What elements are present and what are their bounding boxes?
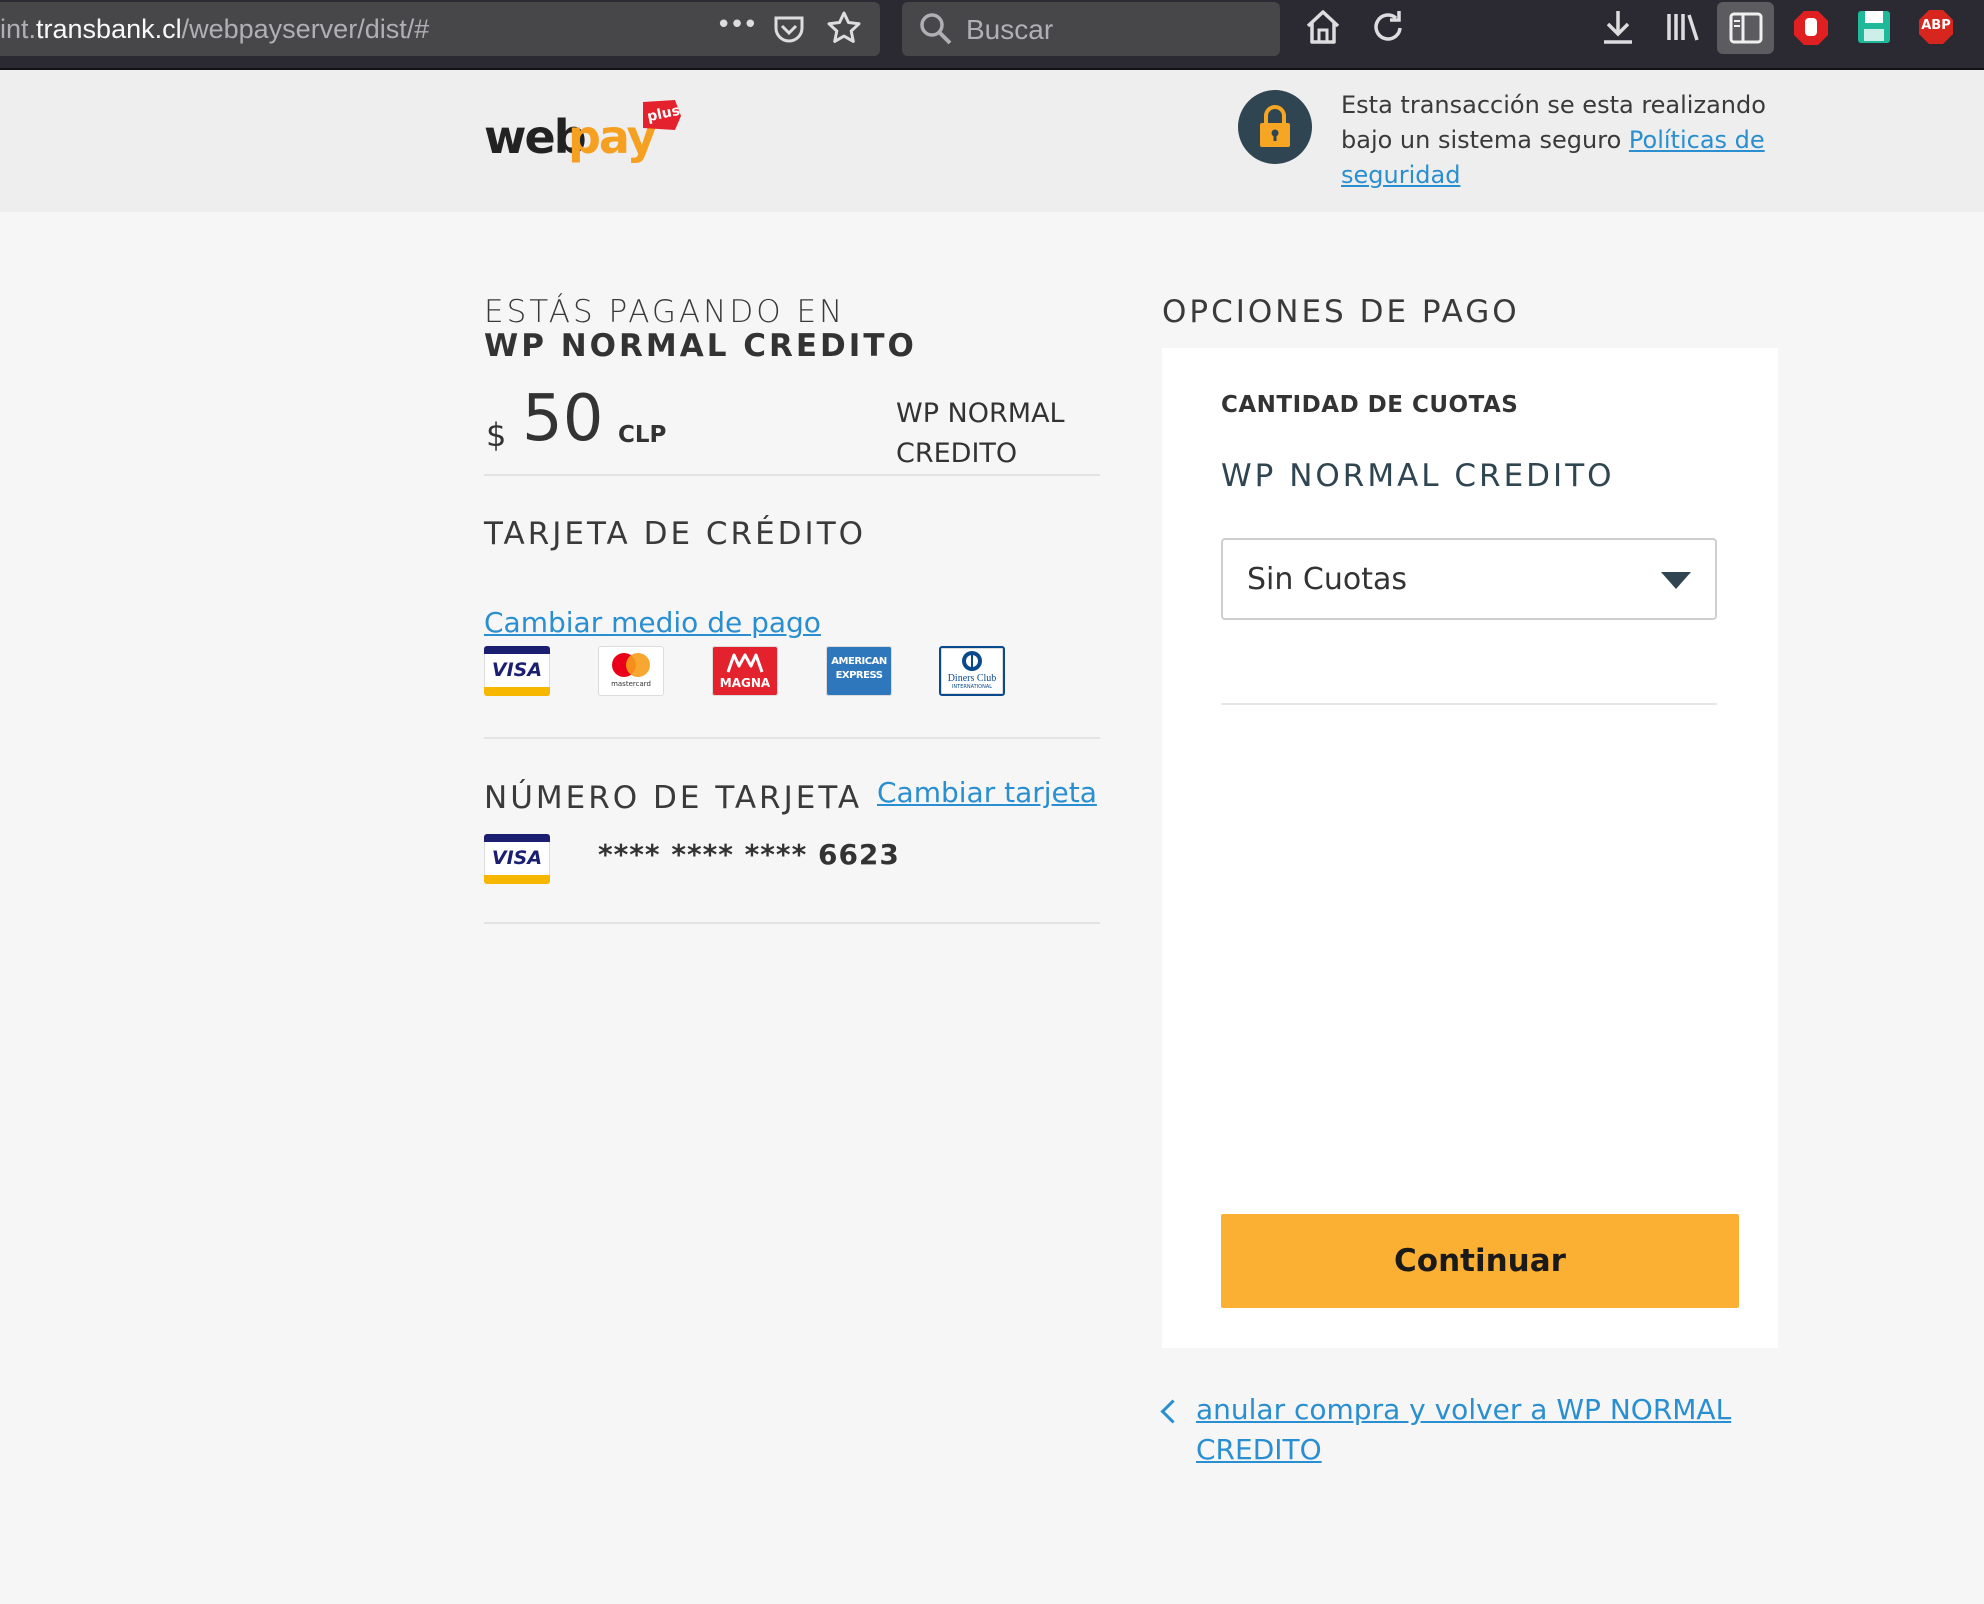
magna-logo-text: MAGNA	[719, 676, 771, 690]
search-bar[interactable]: Buscar	[902, 2, 1280, 56]
library-icon[interactable]	[1664, 8, 1702, 50]
payment-options-title: OPCIONES DE PAGO	[1162, 294, 1520, 330]
browser-toolbar: int.transbank.cl/webpayserver/dist/# •••…	[0, 0, 1984, 70]
credit-card-section-title: TARJETA DE CRÉDITO	[484, 516, 867, 552]
amex-logo-text-1: AMERICAN	[831, 656, 887, 667]
adblock-plus-icon[interactable]: ABP	[1918, 9, 1954, 45]
downloads-icon[interactable]	[1600, 8, 1636, 50]
card-number-section-title: NÚMERO DE TARJETA	[484, 780, 863, 816]
installments-label: CANTIDAD DE CUOTAS	[1221, 392, 1519, 418]
divider	[484, 474, 1100, 476]
american-express-logo: AMERICAN EXPRESS	[826, 646, 892, 696]
page-header: web pay plus Esta transacción se esta re…	[0, 70, 1984, 212]
mastercard-logo: mastercard	[598, 646, 664, 696]
address-bar[interactable]: int.transbank.cl/webpayserver/dist/# •••	[0, 2, 880, 56]
masked-card-number: **** **** **** 6623	[598, 838, 900, 871]
divider	[1221, 703, 1717, 705]
save-extension-icon[interactable]	[1857, 10, 1891, 48]
pocket-icon[interactable]	[772, 12, 806, 50]
currency-code: CLP	[618, 422, 667, 448]
bookmark-star-icon[interactable]	[826, 10, 862, 50]
visa-logo: VISA	[484, 646, 550, 696]
diners-club-logo: Diners Club INTERNATIONAL	[939, 646, 1005, 696]
adblock-plus-label: ABP	[1921, 18, 1951, 33]
divider	[484, 922, 1100, 924]
cancel-purchase-link-container: anular compra y volver a WP NORMAL CREDI…	[1160, 1390, 1742, 1470]
ublock-hand-icon[interactable]	[1793, 10, 1829, 50]
diners-logo-text-1: Diners Club	[947, 673, 997, 684]
visa-logo-text: VISA	[491, 659, 543, 681]
search-placeholder: Buscar	[966, 14, 1054, 45]
change-payment-method-link[interactable]: Cambiar medio de pago	[484, 606, 821, 639]
merchant-name: WP NORMAL CREDITO	[484, 328, 917, 364]
reload-icon[interactable]	[1370, 8, 1406, 50]
selected-card-visa-logo: VISA	[484, 834, 550, 884]
amex-logo-text-2: EXPRESS	[835, 670, 883, 681]
currency-symbol: $	[486, 416, 507, 454]
amount-value: 50	[522, 382, 604, 456]
secure-lock-icon	[1238, 90, 1312, 164]
dropdown-arrow-icon	[1661, 572, 1691, 589]
paying-at-label: ESTÁS PAGANDO EN	[484, 294, 846, 330]
url-text[interactable]: int.transbank.cl/webpayserver/dist/#	[0, 14, 429, 45]
webpay-plus-logo: web pay plus	[484, 88, 694, 168]
sidebar-toggle-button[interactable]	[1717, 2, 1774, 54]
continue-button[interactable]: Continuar	[1221, 1214, 1739, 1308]
magna-logo: MAGNA	[712, 646, 778, 696]
change-card-link[interactable]: Cambiar tarjeta	[877, 776, 1097, 809]
page-actions-menu-icon[interactable]: •••	[716, 10, 758, 40]
amount-merchant-name: WP NORMAL CREDITO	[896, 398, 1065, 469]
search-icon	[918, 11, 954, 51]
sidebar-icon	[1729, 12, 1763, 44]
mastercard-logo-text: mastercard	[611, 680, 651, 688]
installments-select[interactable]: Sin Cuotas	[1221, 538, 1717, 620]
panel-merchant-name: WP NORMAL CREDITO	[1221, 458, 1615, 494]
selected-card-brand-text: VISA	[491, 847, 543, 869]
divider	[484, 737, 1100, 739]
installments-selected-value: Sin Cuotas	[1247, 562, 1408, 597]
secure-transaction-notice: Esta transacción se esta realizando bajo…	[1341, 88, 1771, 193]
diners-logo-text-2: INTERNATIONAL	[951, 684, 993, 690]
cancel-purchase-link[interactable]: anular compra y volver a WP NORMAL CREDI…	[1162, 1390, 1742, 1470]
payment-options-panel: CANTIDAD DE CUOTAS WP NORMAL CREDITO Sin…	[1162, 348, 1778, 1348]
home-icon[interactable]	[1305, 8, 1341, 50]
